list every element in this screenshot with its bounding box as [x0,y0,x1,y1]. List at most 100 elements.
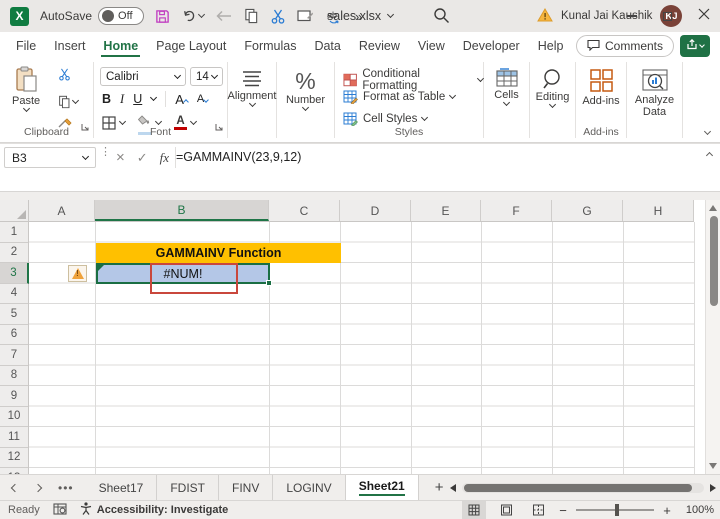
vertical-scrollbar[interactable] [705,200,720,474]
row-header-4[interactable]: 4 [0,284,28,304]
tab-help[interactable]: Help [536,35,566,57]
cells-button[interactable]: Cells [484,68,529,107]
column-header-g[interactable]: G [552,200,623,221]
share-button[interactable] [680,35,710,57]
maximize-button[interactable] [663,11,672,21]
sheet-tab-finv[interactable]: FINV [219,475,274,500]
cell-styles-button[interactable]: Cell Styles [343,112,429,126]
underline-dropdown-icon[interactable] [150,93,158,102]
column-header-b[interactable]: B [95,200,269,221]
collapse-formula-bar-icon[interactable] [705,151,714,160]
undo-button[interactable] [182,9,206,23]
horizontal-scroll-thumb[interactable] [464,483,692,492]
row-header-1[interactable]: 1 [0,222,28,243]
column-header-c[interactable]: C [269,200,340,221]
cut-button[interactable] [58,68,78,86]
copy-icon[interactable] [244,8,259,24]
format-as-table-button[interactable]: Format as Table [343,90,457,104]
underline-button[interactable]: U [133,92,142,106]
normal-view-button[interactable] [462,501,486,519]
vertical-scroll-thumb[interactable] [709,216,718,306]
close-button[interactable] [698,7,710,25]
font-size-select[interactable]: 14 [190,67,223,86]
comments-button[interactable]: Comments [575,35,674,57]
row-header-3[interactable]: 3 [0,263,29,284]
page-break-view-button[interactable] [526,501,550,519]
collapse-ribbon-icon[interactable] [703,127,712,136]
row-header-12[interactable]: 12 [0,448,28,468]
new-sheet-button[interactable]: + [435,479,444,496]
tab-page-layout[interactable]: Page Layout [154,35,228,57]
row-header-2[interactable]: 2 [0,243,28,263]
accessibility-status[interactable]: Accessibility: Investigate [80,502,228,518]
next-sheet-icon[interactable] [33,483,43,492]
autosave-toggle[interactable]: AutoSave Off [40,7,145,25]
cell-b2-banner[interactable]: GAMMAINV Function [96,242,341,263]
email-icon[interactable] [297,9,314,23]
minimize-button[interactable] [627,15,637,17]
sheet-tab-fdist[interactable]: FDIST [157,475,219,500]
column-header-h[interactable]: H [623,200,694,221]
fill-handle[interactable] [266,280,272,286]
horizontal-scrollbar[interactable] [450,480,716,495]
font-name-select[interactable]: Calibri [100,67,186,86]
increase-font-button[interactable]: A [175,92,189,107]
excel-logo-icon[interactable]: X [10,6,29,26]
warning-icon[interactable] [537,7,553,25]
search-icon[interactable] [433,7,450,29]
font-dialog-launcher-icon[interactable] [215,118,223,136]
scroll-up-icon[interactable] [709,205,717,211]
macro-record-icon[interactable] [53,502,67,518]
row-header-9[interactable]: 9 [0,386,28,407]
row-header-11[interactable]: 11 [0,427,28,448]
row-header-10[interactable]: 10 [0,407,28,427]
row-header-7[interactable]: 7 [0,345,28,366]
error-options-button[interactable]: ! [68,265,87,282]
scroll-down-icon[interactable] [709,463,717,469]
prev-sheet-icon[interactable] [10,483,20,492]
italic-button[interactable]: I [120,92,124,107]
clipboard-dialog-launcher-icon[interactable] [81,118,89,136]
save-icon[interactable] [155,9,170,24]
conditional-formatting-button[interactable]: Conditional Formatting [343,68,485,92]
analyze-data-button[interactable]: Analyze Data [627,68,682,118]
column-header-f[interactable]: F [481,200,552,221]
more-sheets-icon[interactable]: ••• [58,481,74,495]
paste-button[interactable]: Paste [12,66,40,113]
addins-button[interactable]: Add-ins [576,68,626,107]
cancel-button[interactable]: × [116,149,125,166]
tab-home[interactable]: Home [101,35,141,57]
row-header-5[interactable]: 5 [0,304,28,325]
formula-input[interactable]: =GAMMAINV(23,9,12) [176,150,301,164]
cut-icon[interactable] [271,9,285,24]
number-button[interactable]: % Number [277,70,334,112]
cells-area[interactable]: GAMMAINV Function #NUM! ! [29,222,695,474]
column-header-e[interactable]: E [411,200,481,221]
tab-formulas[interactable]: Formulas [242,35,298,57]
zoom-slider[interactable] [576,504,654,516]
row-header-8[interactable]: 8 [0,366,28,386]
zoom-slider-handle[interactable] [615,504,619,516]
tab-data[interactable]: Data [312,35,342,57]
enter-button[interactable]: ✓ [137,150,148,166]
document-title[interactable]: sales.xlsx [327,0,395,32]
sheet-tab-sheet21-active[interactable]: Sheet21 [345,475,419,500]
tab-view[interactable]: View [416,35,447,57]
row-header-6[interactable]: 6 [0,325,28,345]
tab-insert[interactable]: Insert [52,35,87,57]
bold-button[interactable]: B [102,92,111,106]
alignment-button[interactable]: Alignment [228,70,276,108]
sheet-tab-sheet17[interactable]: Sheet17 [86,475,158,500]
copy-button[interactable] [58,95,80,109]
editing-button[interactable]: Editing [530,68,575,109]
page-layout-view-button[interactable] [494,501,518,519]
scroll-left-icon[interactable] [450,483,456,492]
tab-file[interactable]: File [14,35,38,57]
name-box[interactable]: B3 [4,147,96,168]
undo-dropdown-icon[interactable] [198,10,206,19]
column-header-d[interactable]: D [340,200,411,221]
scroll-right-icon[interactable] [710,483,716,492]
tab-review[interactable]: Review [357,35,402,57]
sheet-tab-loginv[interactable]: LOGINV [273,475,346,500]
decrease-font-button[interactable]: A [197,93,210,105]
